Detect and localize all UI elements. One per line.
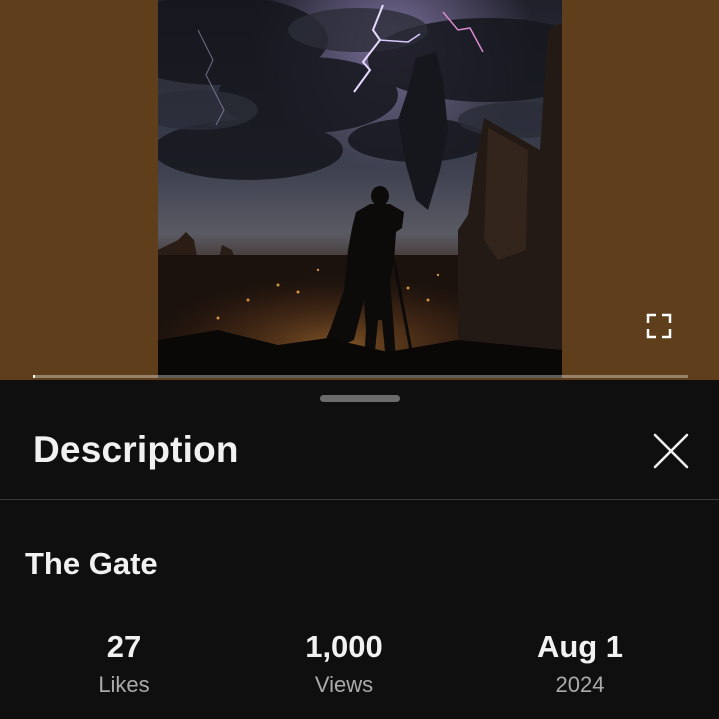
thumbnail-artwork bbox=[158, 0, 562, 378]
likes-stat: 27 Likes bbox=[24, 628, 224, 698]
close-button[interactable] bbox=[651, 431, 691, 471]
views-label: Views bbox=[314, 672, 374, 697]
likes-count: 27 bbox=[106, 629, 142, 664]
description-sheet: Description The Gate 27 Likes 1,000 View… bbox=[0, 380, 719, 719]
progress-bar-fill bbox=[33, 375, 35, 378]
drag-handle[interactable] bbox=[320, 395, 400, 402]
fullscreen-icon bbox=[646, 313, 672, 339]
upload-year: 2024 bbox=[555, 672, 605, 697]
screen: Description The Gate 27 Likes 1,000 View… bbox=[0, 0, 719, 719]
divider bbox=[0, 499, 719, 500]
views-stat: 1,000 Views bbox=[244, 628, 444, 698]
video-player[interactable] bbox=[0, 0, 719, 380]
upload-date-stat: Aug 1 2024 bbox=[480, 628, 680, 698]
close-icon bbox=[653, 433, 689, 469]
views-count: 1,000 bbox=[305, 629, 383, 664]
progress-bar[interactable] bbox=[33, 375, 688, 378]
upload-date: Aug 1 bbox=[536, 629, 624, 664]
video-title: The Gate bbox=[25, 546, 158, 581]
video-thumbnail[interactable] bbox=[158, 0, 562, 378]
sheet-title: Description bbox=[33, 429, 239, 470]
likes-label: Likes bbox=[98, 672, 150, 697]
fullscreen-button[interactable] bbox=[644, 311, 674, 341]
